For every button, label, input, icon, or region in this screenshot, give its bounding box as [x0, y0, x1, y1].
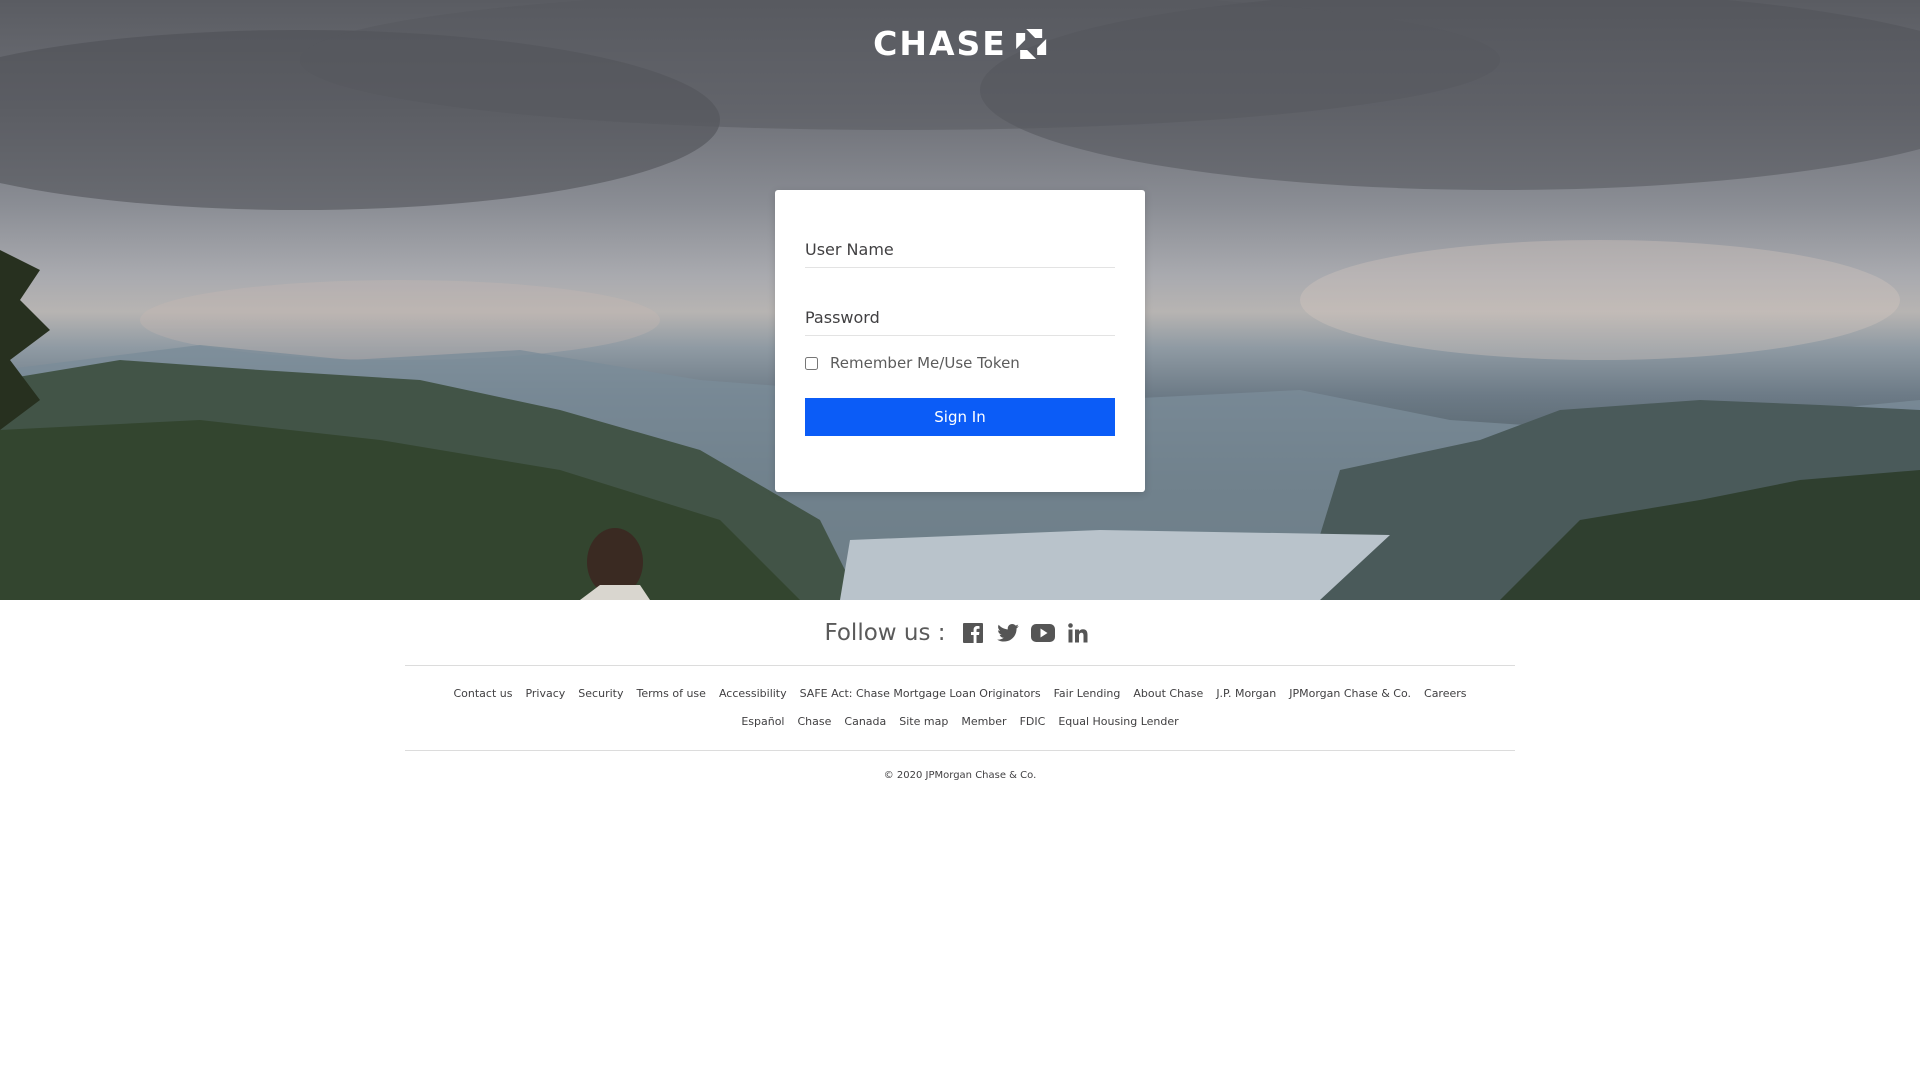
footer-link[interactable]: Fair Lending [1054, 687, 1121, 700]
footer-link[interactable]: Member [961, 715, 1006, 728]
facebook-icon[interactable] [956, 623, 991, 643]
follow-us: Follow us : [0, 620, 1920, 646]
footer-link[interactable]: Security [578, 687, 623, 700]
login-card: Remember Me/Use Token Sign In [775, 190, 1145, 492]
footer-link[interactable]: J.P. Morgan [1216, 687, 1276, 700]
footer-link[interactable]: About Chase [1133, 687, 1203, 700]
hero-background: CHASE Remember Me/Use Token Sign In [0, 0, 1920, 600]
footer-link[interactable]: Español [741, 715, 784, 728]
footer-link[interactable]: Privacy [525, 687, 565, 700]
chase-octagon-icon [1015, 29, 1046, 59]
footer-link[interactable]: FDIC [1020, 715, 1046, 728]
footer-link[interactable]: SAFE Act: Chase Mortgage Loan Originator… [800, 687, 1041, 700]
chase-logo[interactable]: CHASE [873, 26, 1047, 62]
footer-links-row1: Contact us Privacy Security Terms of use Acc… [0, 687, 1920, 700]
follow-label: Follow us : [824, 620, 946, 646]
footer-link[interactable]: Accessibility [719, 687, 787, 700]
copyright: © 2020 JPMorgan Chase & Co. [883, 770, 1037, 781]
footer-link[interactable]: Canada [844, 715, 886, 728]
password-input[interactable] [805, 288, 1115, 336]
remember-label: Remember Me/Use Token [830, 354, 1020, 372]
footer-link[interactable]: Chase [798, 715, 832, 728]
footer-link[interactable]: JPMorgan Chase & Co. [1289, 687, 1411, 700]
twitter-icon[interactable] [991, 624, 1026, 642]
footer-links-row2: Español Chase Canada Site map Member FDIC Equa… [0, 715, 1920, 728]
remember-me[interactable]: Remember Me/Use Token [805, 354, 1115, 372]
youtube-icon[interactable] [1026, 624, 1061, 642]
username-input[interactable] [805, 220, 1115, 268]
footer-link[interactable]: Careers [1424, 687, 1467, 700]
logo-wordmark: CHASE [873, 24, 1007, 63]
footer-link[interactable]: Terms of use [636, 687, 705, 700]
footer-link[interactable]: Site map [899, 715, 948, 728]
sign-in-button[interactable]: Sign In [805, 398, 1115, 436]
linkedin-icon[interactable] [1061, 623, 1096, 643]
footer-link[interactable]: Contact us [453, 687, 512, 700]
footer-divider-top [405, 665, 1515, 666]
footer-link[interactable]: Equal Housing Lender [1058, 715, 1178, 728]
footer-divider-bottom [405, 750, 1515, 751]
remember-checkbox[interactable] [805, 356, 818, 370]
